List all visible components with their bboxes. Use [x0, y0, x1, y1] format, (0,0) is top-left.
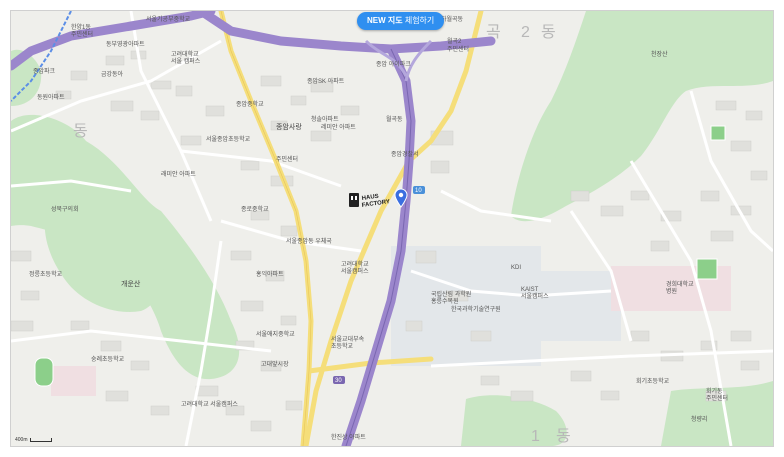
- new-map-trial-button[interactable]: NEW 지도 체험하기: [357, 12, 445, 30]
- svg-text:회기초등학교: 회기초등학교: [636, 377, 670, 385]
- svg-text:종암파크: 종암파크: [33, 67, 56, 75]
- svg-text:주민센터: 주민센터: [706, 394, 728, 402]
- svg-text:주민센터: 주민센터: [71, 30, 93, 38]
- svg-text:병원: 병원: [666, 287, 677, 295]
- svg-text:종암 아이파크: 종암 아이파크: [376, 60, 411, 68]
- svg-text:하월곡동: 하월곡동: [441, 15, 464, 23]
- svg-text:서울종암초등학교: 서울종암초등학교: [206, 135, 251, 143]
- svg-text:종로중학교: 종로중학교: [241, 205, 269, 213]
- svg-text:성북구의회: 성북구의회: [51, 205, 79, 213]
- svg-text:월곡동: 월곡동: [386, 115, 403, 123]
- svg-text:한양1동: 한양1동: [71, 23, 91, 31]
- svg-text:고대앞시장: 고대앞시장: [261, 360, 289, 368]
- svg-text:천장산: 천장산: [651, 50, 668, 58]
- map-viewport[interactable]: 곡 2 동 동 1 동 30 10 한양1동 주민센터 서울기공부중학교 동부영…: [10, 10, 774, 447]
- svg-text:국립산림 과학원: 국립산림 과학원: [431, 290, 471, 298]
- svg-text:서울애지중학교: 서울애지중학교: [256, 330, 295, 338]
- svg-text:동: 동: [556, 428, 577, 445]
- svg-text:KAIST: KAIST: [521, 287, 539, 293]
- svg-text:동부영광아파트: 동부영광아파트: [106, 40, 145, 48]
- svg-text:1: 1: [531, 428, 546, 445]
- svg-text:청량리: 청량리: [691, 415, 708, 423]
- svg-text:청솔아파트: 청솔아파트: [311, 115, 339, 123]
- district-watermark-left: 동: [73, 123, 94, 140]
- svg-text:래미안 아파트: 래미안 아파트: [161, 170, 196, 178]
- svg-text:개운산: 개운산: [121, 279, 141, 288]
- svg-text:홍익아파트: 홍익아파트: [256, 270, 284, 278]
- svg-text:종암중학교: 종암중학교: [236, 100, 264, 108]
- svg-text:고려대학교: 고려대학교: [341, 260, 369, 268]
- svg-text:서울종암동 우체국: 서울종암동 우체국: [286, 237, 332, 245]
- svg-text:숭례초등학교: 숭례초등학교: [91, 355, 125, 363]
- svg-text:초등학교: 초등학교: [331, 342, 354, 350]
- svg-text:서울교대부속: 서울교대부속: [331, 335, 365, 343]
- svg-text:KDI: KDI: [511, 265, 521, 271]
- svg-text:한진상 아파트: 한진상 아파트: [331, 433, 366, 441]
- svg-text:동원아파트: 동원아파트: [37, 93, 65, 101]
- svg-text:금강동아: 금강동아: [101, 70, 124, 78]
- svg-text:10: 10: [415, 188, 422, 194]
- svg-text:서울캠퍼스: 서울캠퍼스: [341, 267, 369, 275]
- map-canvas[interactable]: 곡 2 동 동 1 동 30 10 한양1동 주민센터 서울기공부중학교 동부영…: [11, 11, 773, 446]
- map-scale: 400m: [15, 437, 52, 443]
- new-map-label: NEW 지도: [367, 16, 403, 25]
- svg-text:레미안 아파트: 레미안 아파트: [321, 123, 356, 131]
- svg-text:30: 30: [335, 378, 342, 384]
- district-watermark-topright: 곡 2 동: [486, 24, 562, 41]
- svg-text:서울기공부중학교: 서울기공부중학교: [146, 15, 191, 23]
- svg-text:주민센터: 주민센터: [276, 155, 298, 163]
- scale-bar: [29, 437, 52, 442]
- svg-text:곡: 곡: [486, 24, 507, 41]
- svg-text:주민센터: 주민센터: [447, 45, 469, 53]
- svg-text:월곡2: 월곡2: [447, 37, 462, 45]
- svg-text:동: 동: [541, 24, 562, 41]
- svg-text:한국과학기술연구원: 한국과학기술연구원: [451, 305, 501, 313]
- svg-text:회기동: 회기동: [706, 387, 723, 395]
- svg-text:고려대학교: 고려대학교: [171, 50, 199, 58]
- svg-text:종암SK 아파트: 종암SK 아파트: [307, 77, 345, 85]
- svg-text:서울 캠퍼스: 서울 캠퍼스: [171, 57, 201, 65]
- svg-text:정릉초등학교: 정릉초등학교: [29, 270, 63, 278]
- svg-text:종암사랑: 종암사랑: [276, 122, 302, 131]
- svg-text:종암경찰서: 종암경찰서: [391, 150, 419, 158]
- svg-text:홍릉수목원: 홍릉수목원: [431, 297, 459, 305]
- svg-text:서울캠퍼스: 서울캠퍼스: [521, 292, 549, 300]
- svg-text:고려대학교 서울캠퍼스: 고려대학교 서울캠퍼스: [181, 400, 238, 408]
- trial-label: 체험하기: [402, 16, 435, 25]
- scale-label: 400m: [15, 437, 28, 443]
- svg-text:2: 2: [521, 24, 536, 41]
- svg-text:경희대학교: 경희대학교: [666, 280, 694, 288]
